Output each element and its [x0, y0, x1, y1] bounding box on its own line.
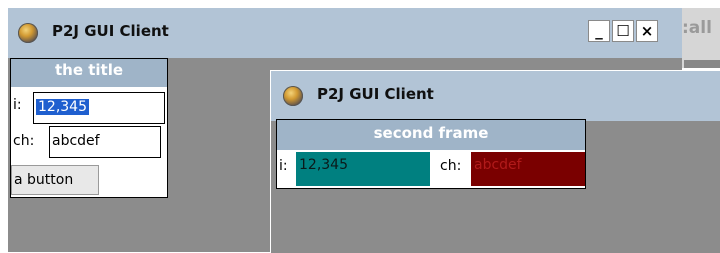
second-window-titlebar[interactable]: P2J GUI Client: [271, 71, 720, 121]
close-button[interactable]: ×: [636, 20, 658, 42]
frame-1-title: the title: [11, 59, 167, 87]
maximize-button[interactable]: ☐: [612, 20, 634, 42]
background-window: :all: [682, 8, 720, 68]
i-field-value: 12,345: [36, 99, 89, 115]
i-label: i:: [13, 97, 22, 113]
i-field-2[interactable]: 12,345: [296, 152, 430, 186]
frame-1: the title i: 12,345 ch: abcdef a button: [10, 58, 168, 198]
app-logo-icon: [283, 86, 303, 106]
frame-2-title: second frame: [277, 120, 585, 150]
background-window-title: :all: [682, 18, 712, 38]
ch-field-2[interactable]: abcdef: [471, 152, 585, 186]
i-field[interactable]: 12,345: [33, 92, 165, 124]
minimize-button[interactable]: _: [588, 20, 610, 42]
ch-label: ch:: [13, 133, 35, 149]
ch-label-2: ch:: [440, 158, 462, 174]
main-window-titlebar[interactable]: P2J GUI Client _ ☐ ×: [8, 8, 682, 58]
ch-field[interactable]: abcdef: [49, 126, 161, 158]
main-window-title: P2J GUI Client: [52, 22, 169, 40]
app-logo-icon: [18, 23, 38, 43]
i-label-2: i:: [279, 158, 288, 174]
background-window-bar: [684, 60, 720, 68]
a-button[interactable]: a button: [11, 165, 99, 195]
second-window-title: P2J GUI Client: [317, 85, 434, 103]
frame-2: second frame i: 12,345 ch: abcdef: [276, 119, 586, 189]
